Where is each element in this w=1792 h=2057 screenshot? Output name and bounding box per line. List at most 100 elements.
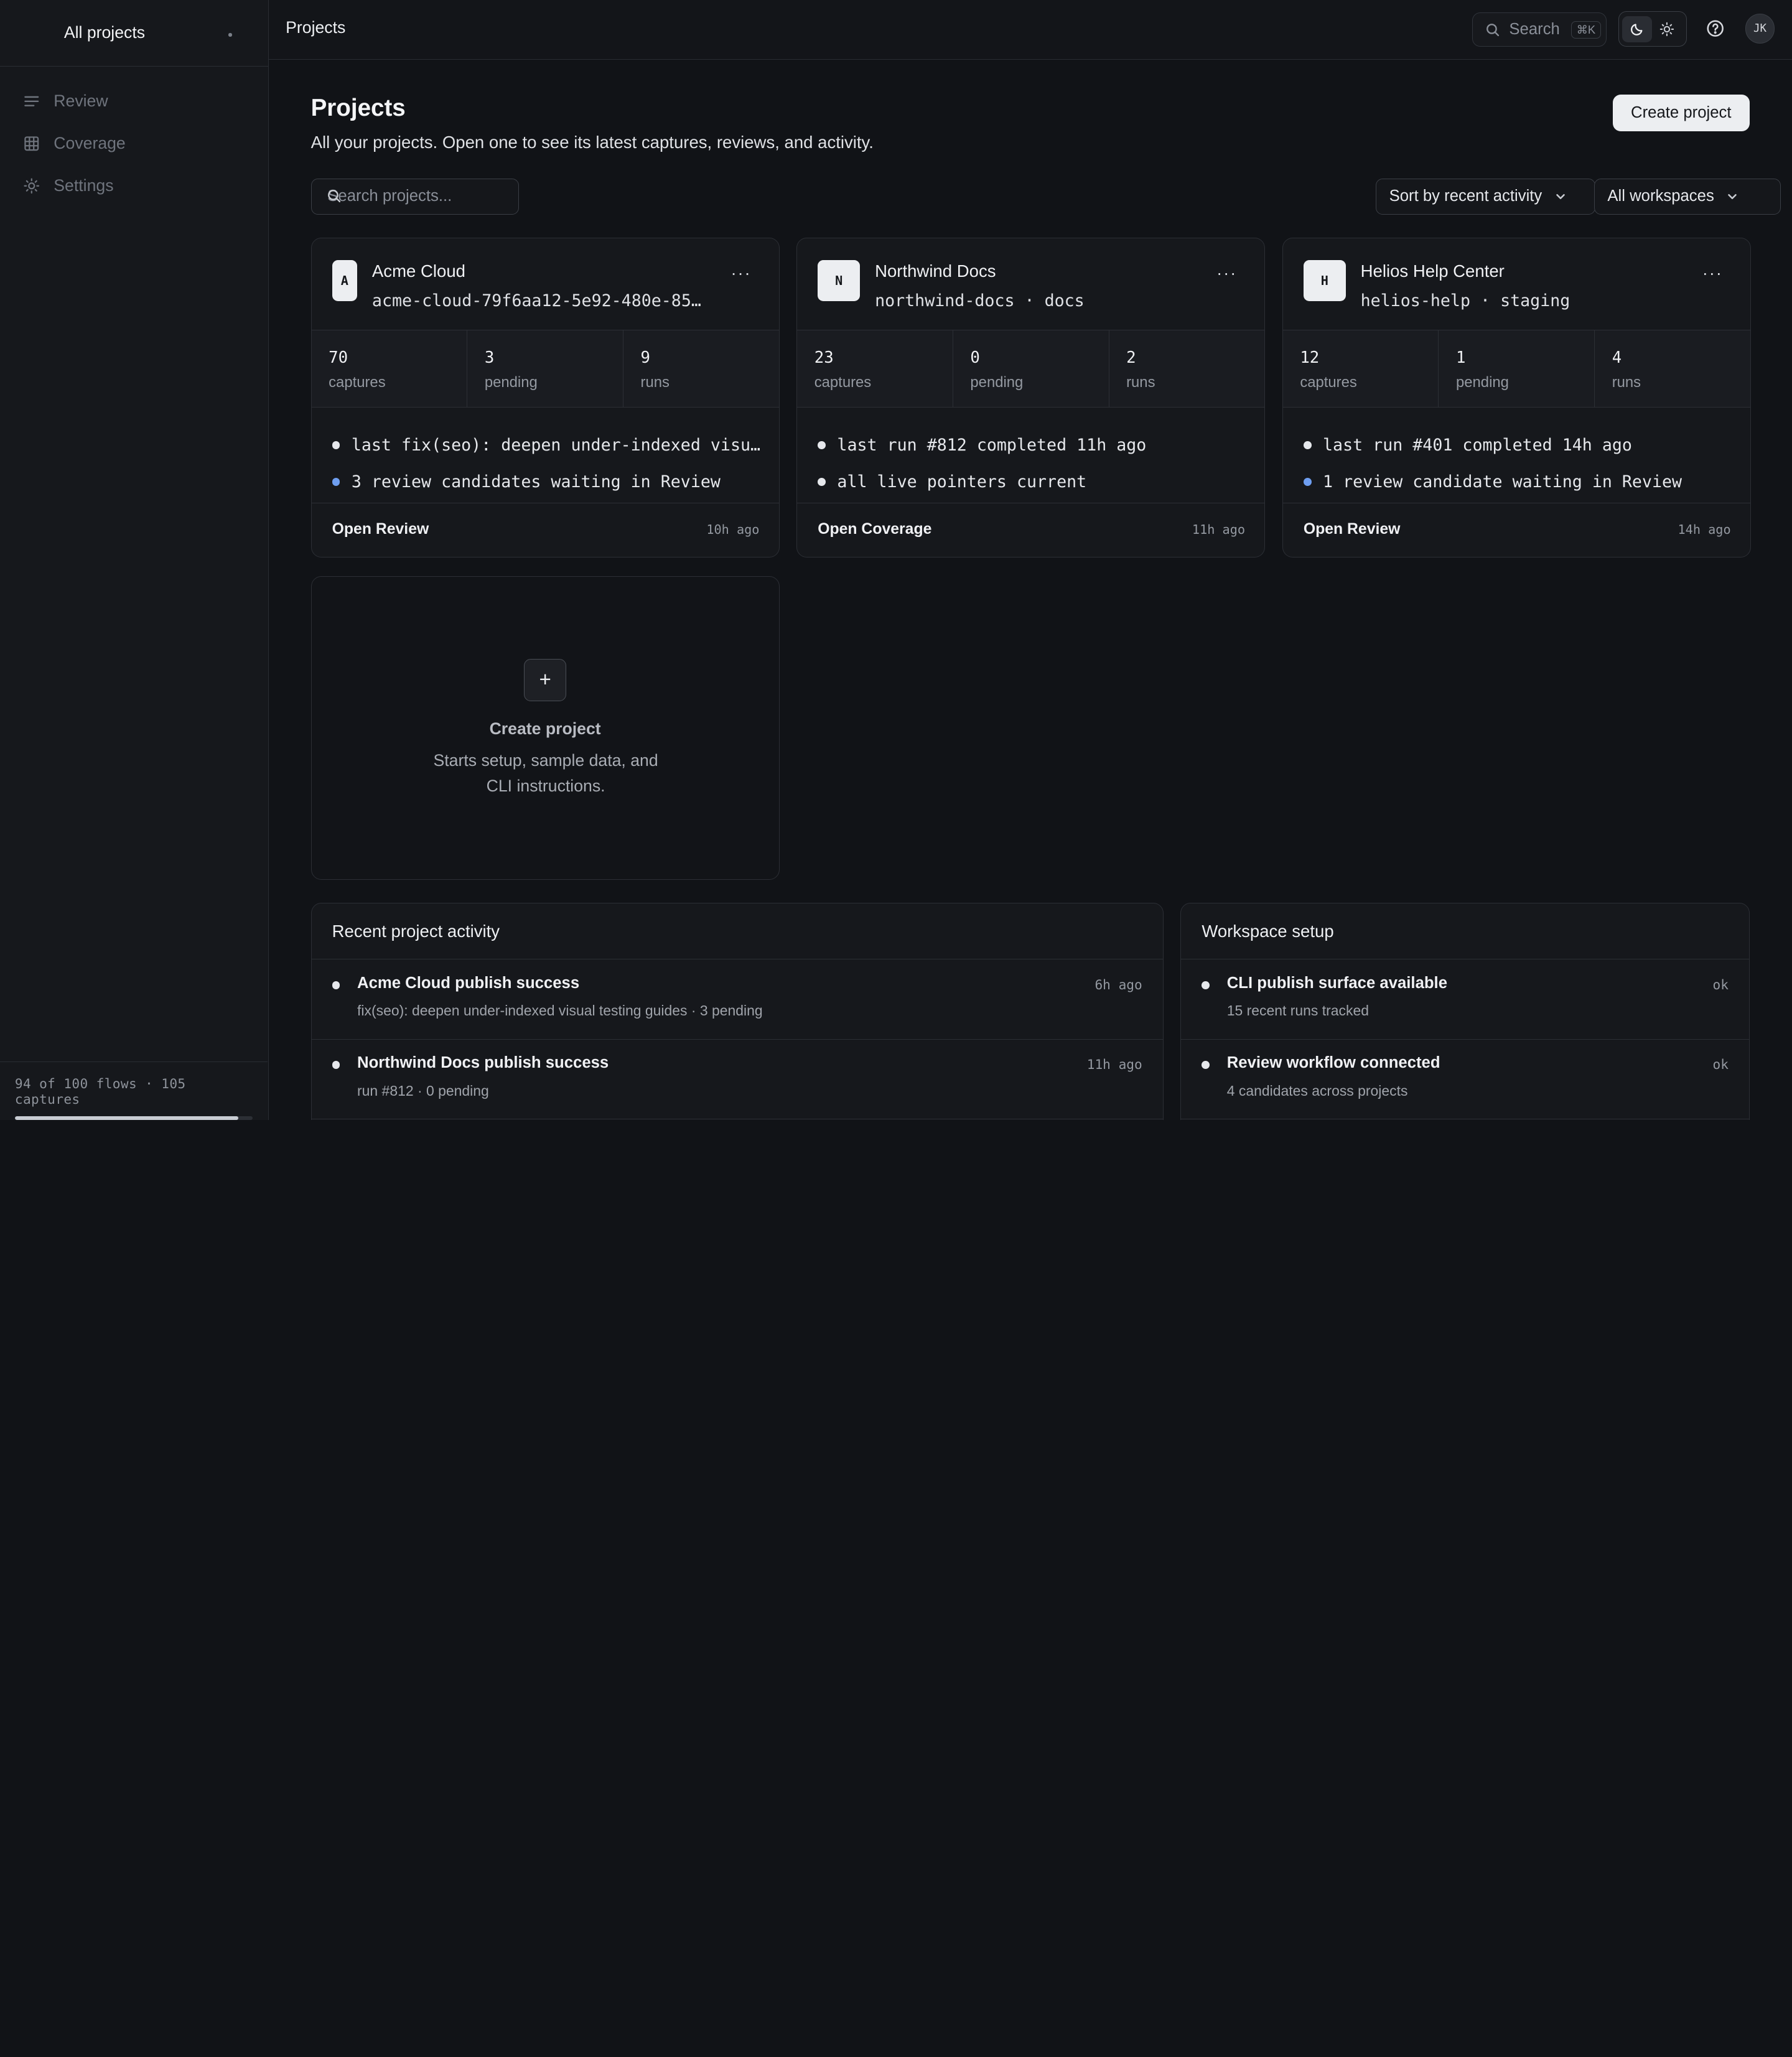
status-dot [1303, 477, 1312, 486]
panel-title: Workspace setup [1181, 903, 1749, 959]
list-item[interactable]: Northwind Docs publish success run #812 … [311, 1040, 1163, 1120]
project-slug: helios-help · staging [1360, 291, 1570, 310]
open-action-link[interactable]: Open Review [1304, 521, 1401, 538]
project-card-footer: Open Coverage 11h ago [797, 503, 1264, 556]
sun-icon [1659, 22, 1674, 37]
event-text: last run #401 completed 14h ago [1323, 435, 1632, 455]
project-events: last fix(seo): deepen under-indexed visu… [311, 408, 779, 504]
setup-title: CLI publish surface available [1226, 974, 1447, 992]
stat-value: 3 [484, 348, 495, 368]
project-card[interactable]: H Helios Help Center helios-help · stagi… [1282, 238, 1751, 558]
sidebar-item-label: Coverage [54, 133, 126, 152]
project-switcher-label: All projects [63, 23, 146, 42]
plus-icon[interactable]: + [524, 658, 567, 701]
theme-light-option[interactable] [1652, 16, 1682, 42]
open-action-link[interactable]: Open Review [332, 521, 429, 538]
stat-value: 0 [970, 348, 980, 368]
setup-detail: 15 recent runs tracked [1226, 1002, 1369, 1019]
topbar: Projects Search ⌘K JK [268, 0, 1792, 60]
status-dot [818, 441, 826, 449]
event-item: all live pointers current [797, 464, 1264, 500]
list-item[interactable]: Acme Cloud publish success fix(seo): dee… [311, 959, 1163, 1040]
theme-toggle[interactable] [1618, 11, 1687, 47]
more-options-icon[interactable]: ··· [1216, 263, 1237, 283]
activity-detail: fix(seo): deepen under-indexed visual te… [357, 1002, 763, 1019]
project-card[interactable]: N Northwind Docs northwind-docs · docs ·… [796, 238, 1266, 558]
setup-status: ok [1712, 976, 1729, 992]
stat-value: 12 [1300, 348, 1320, 368]
project-events: last run #401 completed 14h ago 1 review… [1282, 408, 1750, 504]
project-stats: 70 captures 3 pending 9 runs [311, 329, 779, 408]
stat-label: runs [640, 374, 670, 391]
status-dot [1202, 981, 1210, 989]
search-icon [328, 190, 341, 203]
open-action-link[interactable]: Open Coverage [818, 521, 931, 538]
stat-label: runs [1612, 374, 1641, 391]
project-card-header: N Northwind Docs northwind-docs · docs ·… [797, 238, 1264, 330]
project-switcher[interactable]: All projects [0, 0, 268, 67]
chevron-down-icon [1556, 194, 1565, 199]
project-search-input[interactable] [310, 178, 519, 215]
search-shortcut: ⌘K [1571, 21, 1601, 39]
sidebar-item-coverage[interactable]: Coverage [0, 123, 268, 165]
search-icon [1486, 23, 1499, 36]
stat-runs: 9 runs [623, 330, 779, 407]
last-updated: 11h ago [1192, 522, 1245, 538]
more-options-icon[interactable]: ··· [1702, 263, 1723, 283]
project-card-header: H Helios Help Center helios-help · stagi… [1283, 238, 1750, 330]
status-dot [332, 441, 340, 449]
event-item: last run #812 completed 11h ago [797, 427, 1264, 464]
project-card[interactable]: A Acme Cloud acme-cloud-79f6aa12-5e92-48… [310, 238, 780, 558]
list-item[interactable]: Review workflow connected 4 candidates a… [1181, 1040, 1749, 1120]
create-project-button[interactable]: Create project [1612, 95, 1750, 132]
stat-runs: 2 runs [1109, 330, 1265, 407]
event-text: all live pointers current [837, 472, 1087, 492]
status-dot [332, 981, 340, 989]
project-name[interactable]: Acme Cloud [372, 261, 465, 281]
stat-value: 23 [814, 348, 834, 368]
list-icon [24, 96, 39, 106]
chevron-down-icon [1728, 194, 1737, 199]
last-updated: 10h ago [706, 522, 760, 538]
stat-value: 4 [1612, 348, 1622, 368]
project-initial-badge: A [332, 259, 358, 302]
theme-dark-option[interactable] [1622, 16, 1652, 42]
stat-label: pending [1456, 374, 1509, 391]
page-title: Projects [310, 95, 406, 122]
status-dot [1202, 1061, 1210, 1070]
stat-captures: 23 captures [797, 330, 953, 407]
project-name[interactable]: Helios Help Center [1361, 261, 1505, 281]
workspace-select[interactable]: All workspaces [1594, 178, 1781, 215]
stat-value: 1 [1456, 348, 1466, 368]
create-project-card[interactable]: + Create project Starts setup, sample da… [310, 576, 780, 880]
activity-time: 11h ago [1086, 1056, 1142, 1073]
event-item: last fix(seo): deepen under-indexed visu… [312, 427, 779, 464]
sidebar-item-settings[interactable]: Settings [0, 164, 268, 207]
stat-label: runs [1126, 374, 1155, 391]
sidebar-item-review[interactable]: Review [0, 80, 268, 123]
activity-time: 6h ago [1094, 976, 1142, 992]
sidebar-item-label: Review [54, 91, 108, 111]
event-text: last fix(seo): deepen under-indexed visu… [351, 435, 761, 455]
event-text: 3 review candidates waiting in Review [351, 472, 721, 492]
help-icon[interactable] [1706, 19, 1724, 37]
switcher-indicator-icon [228, 33, 232, 37]
event-item: last run #401 completed 14h ago [1283, 427, 1750, 464]
usage-progress-fill [14, 1116, 238, 1120]
global-search-button[interactable]: Search ⌘K [1472, 12, 1607, 47]
sidebar-nav: Review Coverage Settings [0, 67, 268, 207]
breadcrumb[interactable]: Projects [286, 18, 345, 37]
project-card-footer: Open Review 10h ago [312, 503, 779, 556]
grid-icon [24, 136, 39, 151]
more-options-icon[interactable]: ··· [731, 263, 752, 283]
panel-title: Recent project activity [311, 903, 1163, 959]
project-name[interactable]: Northwind Docs [875, 261, 996, 281]
stat-label: captures [1300, 374, 1357, 391]
setup-status: ok [1712, 1056, 1729, 1073]
sort-select[interactable]: Sort by recent activity [1376, 178, 1596, 215]
avatar[interactable]: JK [1745, 14, 1775, 44]
sidebar-item-label: Settings [54, 175, 114, 195]
status-dot [332, 477, 340, 486]
list-item[interactable]: CLI publish surface available 15 recent … [1181, 959, 1749, 1040]
stat-value: 9 [640, 348, 650, 368]
